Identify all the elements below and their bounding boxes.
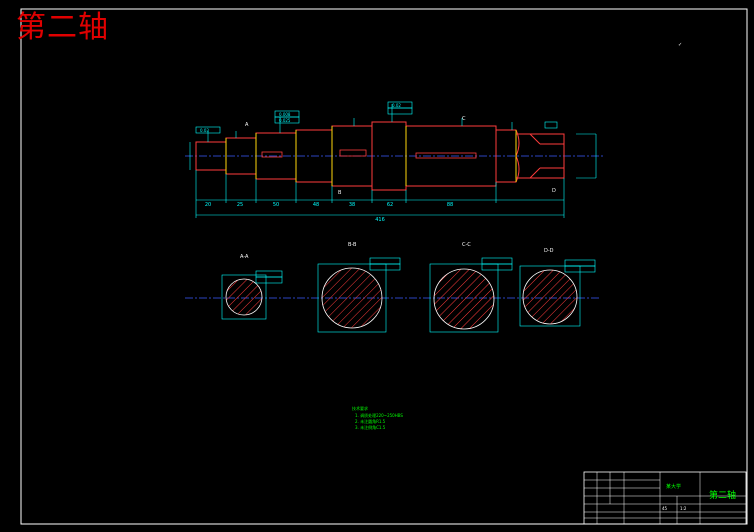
section-view-d: D-D: [519, 248, 596, 327]
section-b-label: B-B: [348, 242, 357, 248]
dim-label-1: 20: [205, 202, 211, 208]
drawing-frame: [20, 8, 748, 525]
dim-label-7: 88: [447, 202, 453, 208]
dim-label-6: 62: [387, 202, 393, 208]
title-block-part-name: 第二轴: [709, 489, 736, 501]
section-c-circle: [433, 268, 495, 330]
section-marker-d: D: [552, 188, 556, 194]
section-view-b: B-B: [317, 242, 401, 333]
dimension-labels: 20 25 50 48 38 62 88 416: [205, 202, 453, 223]
section-b-circle: [321, 267, 383, 329]
tolerance-values: 0.03 0.008 0.025 0.02: [200, 103, 401, 133]
section-d-label: D-D: [544, 248, 554, 254]
technical-notes: 技术要求 1. 调质处理220~250HBS 2. 未注圆角R1.5 3. 未注…: [352, 405, 403, 430]
title-block-material: 45: [662, 506, 668, 511]
note-item-3: 3. 未注倒角C1.5: [355, 424, 386, 430]
tol-tag-1: 0.03: [200, 128, 209, 133]
surface-finish-note: ✓: [678, 42, 682, 48]
note-item-1: 1. 调质处理220~250HBS: [355, 412, 403, 418]
overlay-title: 第二轴: [16, 10, 109, 45]
tol-tag-3: 0.025: [279, 118, 291, 123]
dimension-lines: [189, 104, 597, 218]
section-a-label: A-A: [240, 254, 249, 260]
dim-label-4: 48: [313, 202, 319, 208]
section-a-circle: [225, 278, 263, 316]
title-block: 第二轴 某大学 1:2 45: [583, 471, 747, 525]
notes-heading: 技术要求: [352, 405, 368, 411]
keyways: [261, 149, 477, 159]
section-marker-a: A: [245, 122, 249, 128]
title-block-scale: 1:2: [680, 506, 687, 511]
dim-label-3: 50: [273, 202, 279, 208]
tol-tag-2: 0.008: [279, 112, 291, 117]
shaft-main-view: 0.03 0.008 0.025 0.02 20 25 50 48 38 62 …: [185, 101, 605, 223]
cad-drawing-canvas[interactable]: ✓ 0.03 0.008 0.025 0.02 20 25 50 48 38 6…: [0, 0, 754, 532]
note-item-2: 2. 未注圆角R1.5: [355, 418, 386, 424]
dim-label-total: 416: [375, 217, 385, 223]
section-view-c: C-C: [429, 242, 513, 333]
dim-label-5: 38: [349, 202, 355, 208]
section-view-a: A-A: [221, 254, 283, 320]
tol-tag-4: 0.02: [392, 103, 401, 108]
dim-label-2: 25: [237, 202, 243, 208]
section-marker-c: C: [462, 116, 466, 122]
section-c-label: C-C: [462, 242, 471, 248]
section-d-circle: [522, 269, 578, 325]
title-block-school: 某大学: [666, 483, 681, 490]
section-marker-b: B: [338, 190, 342, 196]
tolerance-frames: [195, 101, 558, 134]
